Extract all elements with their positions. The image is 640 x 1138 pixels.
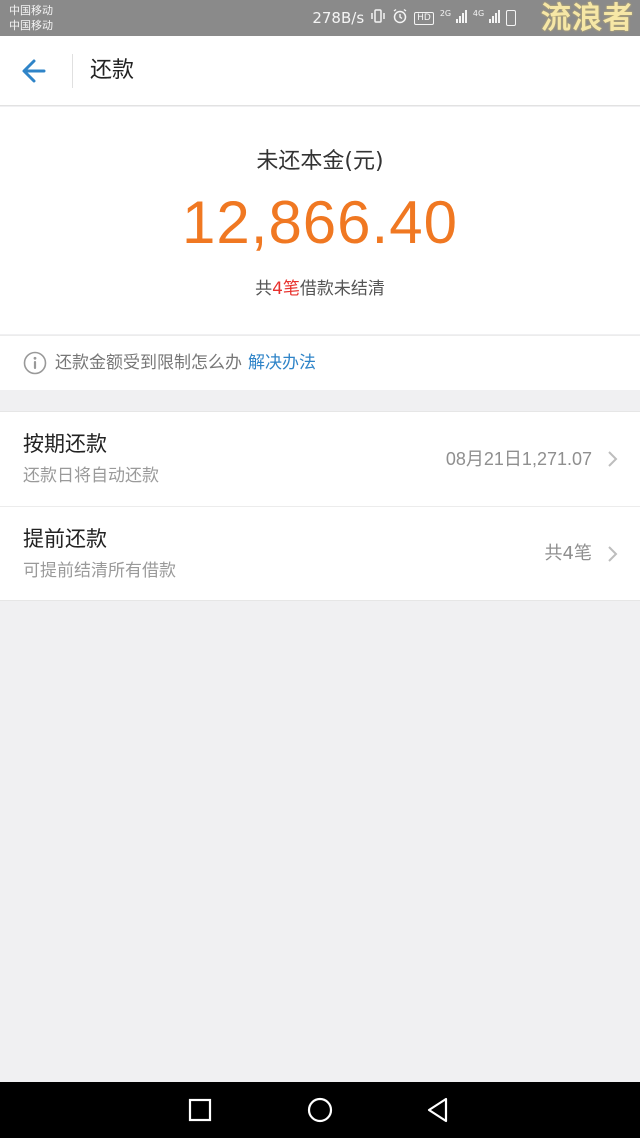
signal-1-gen: 2G xyxy=(439,9,452,18)
signal-1: 2G xyxy=(440,9,467,27)
notice-text: 还款金额受到限制怎么办 解决办法 xyxy=(55,351,316,375)
status-bar: 中国移动 中国移动 278B/s HD 2G 4G 流浪者 xyxy=(0,0,640,36)
loan-count-suffix: 借款未结清 xyxy=(299,279,385,299)
outstanding-principal-label: 未还本金(元) xyxy=(256,149,384,174)
hd-icon: HD xyxy=(414,11,434,25)
carrier-labels: 中国移动 中国移动 xyxy=(9,3,53,33)
next-repayment-value: 08月21日1,271.07 xyxy=(445,449,592,469)
early-repayment-row[interactable]: 提前还款 可提前结清所有借款 共4笔 xyxy=(0,506,640,600)
status-icons: 278B/s HD 2G 4G xyxy=(312,8,516,28)
system-nav-bar xyxy=(0,1082,640,1138)
signal-2-gen: 4G xyxy=(472,9,485,18)
carrier-1: 中国移动 xyxy=(9,4,53,17)
loan-count-number: 4笔 xyxy=(272,279,300,299)
app-header: 还款 xyxy=(0,36,640,106)
info-icon xyxy=(23,351,47,375)
row-title: 按期还款 xyxy=(23,432,107,456)
row-title: 提前还款 xyxy=(23,527,107,551)
repayment-limit-notice: 还款金额受到限制怎么办 解决办法 xyxy=(0,335,640,390)
recent-apps-icon[interactable] xyxy=(186,1096,214,1124)
battery-icon xyxy=(506,10,516,26)
net-speed: 278B/s xyxy=(312,9,365,27)
arrow-left-icon xyxy=(22,59,46,83)
loan-count-text: 共4笔借款未结清 xyxy=(0,277,640,301)
loan-count-value: 共4笔 xyxy=(544,543,592,564)
back-icon[interactable] xyxy=(424,1096,452,1124)
outstanding-summary: 未还本金(元) 12,866.40 共4笔借款未结清 xyxy=(0,107,640,334)
header-divider xyxy=(72,54,73,88)
scheduled-repayment-row[interactable]: 按期还款 还款日将自动还款 08月21日1,271.07 xyxy=(0,412,640,506)
chevron-right-icon xyxy=(608,451,618,467)
outstanding-principal-amount: 12,866.40 xyxy=(182,189,458,256)
signal-icon xyxy=(455,9,467,23)
loan-count-prefix: 共 xyxy=(255,279,273,299)
signal-icon xyxy=(489,9,500,23)
alarm-icon xyxy=(392,8,408,28)
page-title: 还款 xyxy=(90,58,135,83)
vibrate-icon xyxy=(370,8,386,28)
repayment-options-list: 按期还款 还款日将自动还款 08月21日1,271.07 提前还款 可提前结清所… xyxy=(0,411,640,601)
notice-message: 还款金额受到限制怎么办 xyxy=(55,353,242,373)
row-subtitle: 还款日将自动还款 xyxy=(23,466,159,486)
chevron-right-icon xyxy=(608,546,618,562)
watermark: 流浪者 xyxy=(541,1,634,36)
signal-2: 4G xyxy=(473,9,500,27)
home-icon[interactable] xyxy=(306,1096,334,1124)
row-subtitle: 可提前结清所有借款 xyxy=(23,561,176,581)
back-button[interactable] xyxy=(16,53,56,89)
carrier-2: 中国移动 xyxy=(9,19,53,32)
solution-link[interactable]: 解决办法 xyxy=(248,353,316,373)
